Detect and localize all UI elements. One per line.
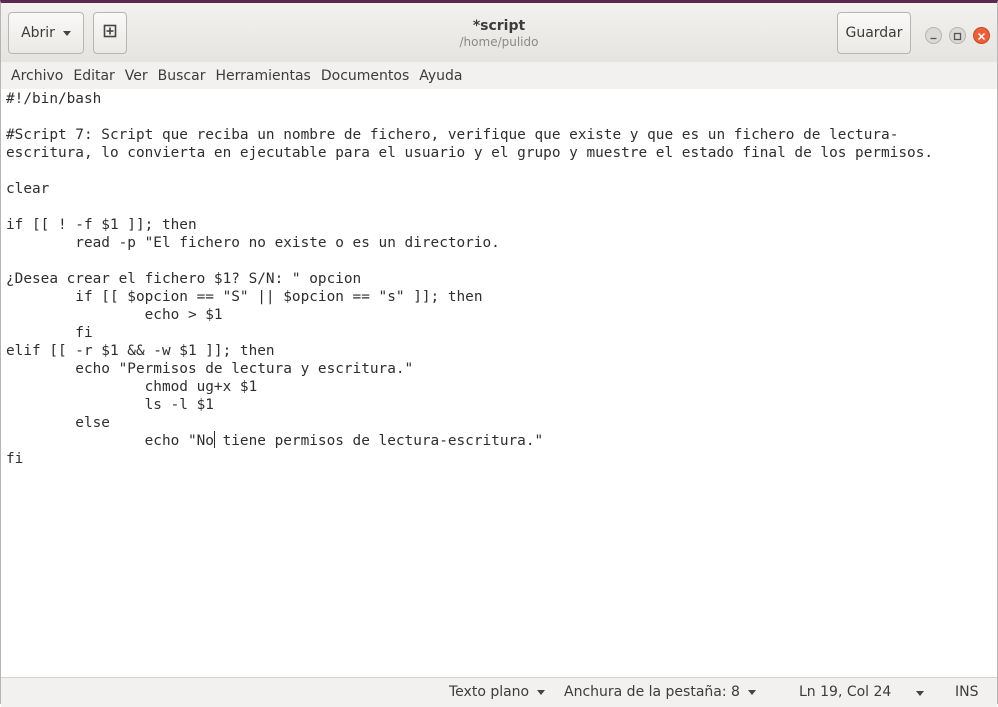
new-document-icon <box>102 23 118 43</box>
save-button-label: Guardar <box>845 25 903 41</box>
cursor-position-label: Ln 19, Col 24 <box>799 684 892 700</box>
code-line: chmod ug+x $1 <box>6 379 258 395</box>
menu-editar[interactable]: Editar <box>68 68 119 84</box>
minimize-icon <box>929 26 938 45</box>
code-line: clear <box>6 181 50 197</box>
code-line: ls -l $1 <box>6 397 214 413</box>
code-line: else <box>6 415 110 431</box>
tab-width-label: Anchura de la pestaña: 8 <box>564 684 740 700</box>
chevron-down-icon[interactable] <box>916 691 924 696</box>
code-line: escritura, lo convierta en ejecutable pa… <box>6 145 934 161</box>
tab-width-selector[interactable]: Anchura de la pestaña: 8 <box>564 682 756 702</box>
code-line: if [[ $opcion == "S" || $opcion == "s" ]… <box>6 289 483 305</box>
status-bar: Texto plano Anchura de la pestaña: 8 Ln … <box>1 677 997 707</box>
language-selector[interactable]: Texto plano <box>449 682 546 702</box>
close-icon <box>977 26 986 45</box>
chevron-down-icon <box>62 30 71 36</box>
chevron-down-icon <box>537 689 546 695</box>
menu-herramientas[interactable]: Herramientas <box>210 68 315 84</box>
menu-buscar[interactable]: Buscar <box>153 68 211 84</box>
minimize-button[interactable] <box>925 27 942 44</box>
menu-archivo[interactable]: Archivo <box>6 68 68 84</box>
code-line: if [[ ! -f $1 ]]; then <box>6 217 197 233</box>
document-title: *script <box>472 18 526 34</box>
language-label: Texto plano <box>449 684 530 700</box>
code-line: #Script 7: Script que reciba un nombre d… <box>6 127 899 143</box>
cursor-position-selector[interactable]: Ln 19, Col 24 <box>799 682 891 702</box>
menu-ver[interactable]: Ver <box>120 68 153 84</box>
code-line: echo "No tiene permisos de lectura-escri… <box>6 433 544 449</box>
new-tab-button[interactable] <box>93 12 127 54</box>
code-line: fi <box>6 451 24 467</box>
code-line: #!/bin/bash <box>6 91 102 107</box>
code-line: echo "Permisos de lectura y escritura." <box>6 361 414 377</box>
open-button[interactable]: Abrir <box>8 12 84 54</box>
code-line: echo > $1 <box>6 307 223 323</box>
text-cursor <box>214 431 215 448</box>
window-title-area: *script /home/pulido <box>301 17 697 49</box>
gedit-window: Abrir *script /home/pulido Guardar Archi… <box>0 0 998 707</box>
document-path: /home/pulido <box>459 35 539 49</box>
maximize-button[interactable] <box>949 27 966 44</box>
menu-documentos[interactable]: Documentos <box>316 68 414 84</box>
text-editor[interactable]: #!/bin/bash #Script 7: Script que reciba… <box>1 89 997 677</box>
code-line: fi <box>6 325 93 341</box>
chevron-down-icon <box>747 689 756 695</box>
code-line: ¿Desea crear el fichero $1? S/N: " opcio… <box>6 271 362 287</box>
save-button[interactable]: Guardar <box>837 12 911 54</box>
open-button-label: Abrir <box>21 25 55 41</box>
insert-mode-indicator[interactable]: INS <box>955 682 979 702</box>
code-line: read -p "El fichero no existe o es un di… <box>6 235 500 251</box>
close-button[interactable] <box>973 27 990 44</box>
header-bar: Abrir *script /home/pulido Guardar <box>1 3 997 62</box>
menu-ayuda[interactable]: Ayuda <box>414 68 467 84</box>
menu-bar: Archivo Editar Ver Buscar Herramientas D… <box>1 62 997 89</box>
maximize-icon <box>953 26 962 45</box>
code-line: elif [[ -r $1 && -w $1 ]]; then <box>6 343 275 359</box>
insert-mode-label: INS <box>955 684 979 700</box>
